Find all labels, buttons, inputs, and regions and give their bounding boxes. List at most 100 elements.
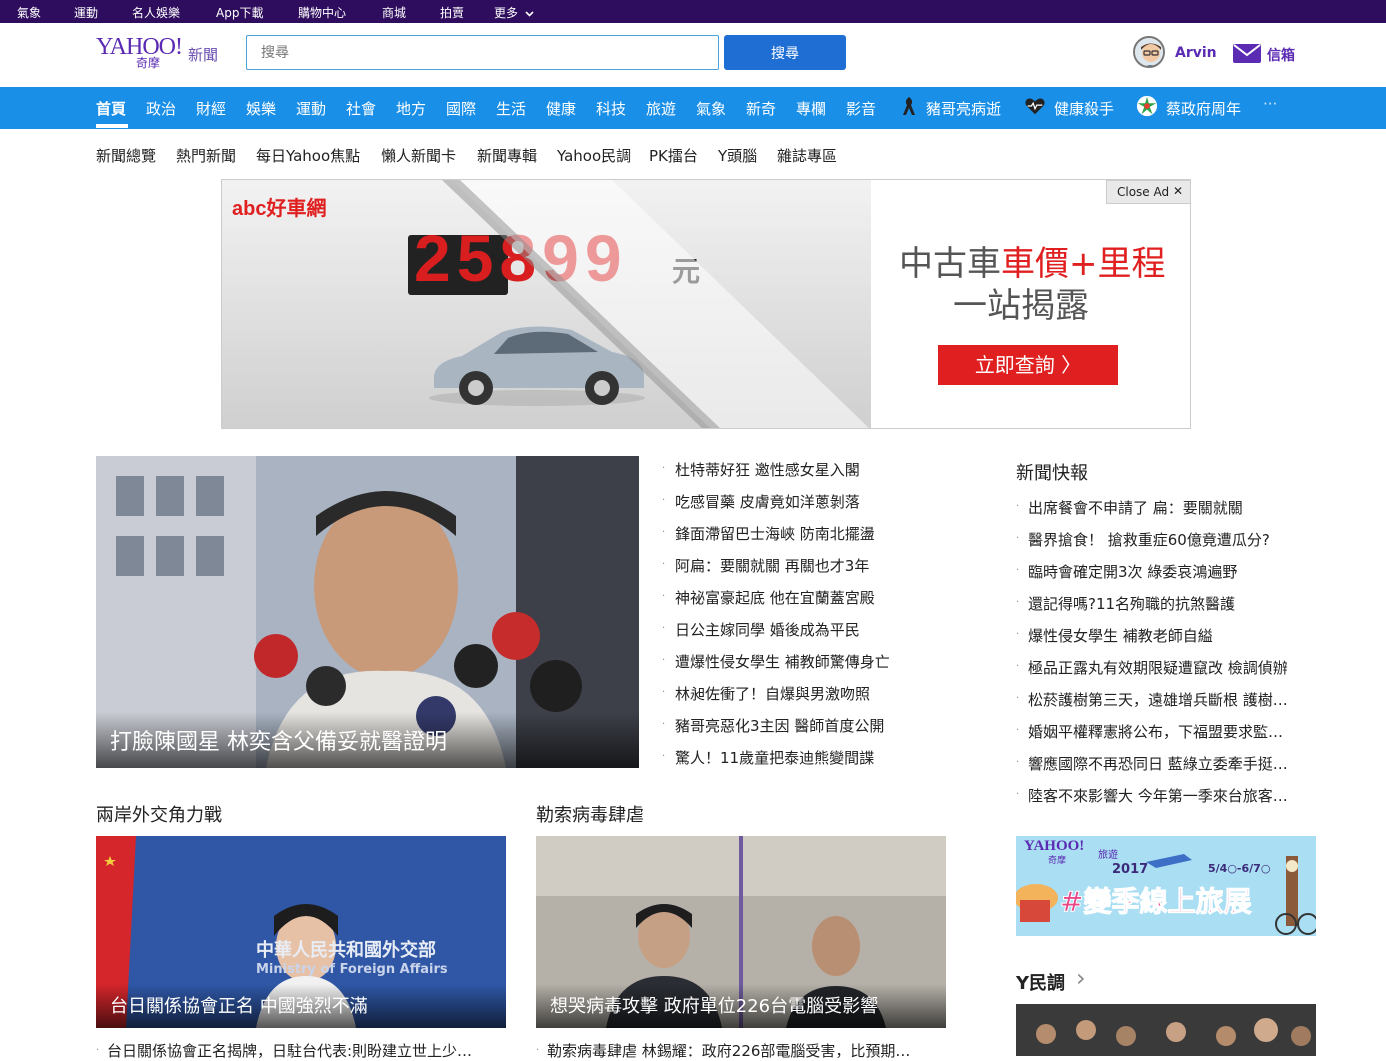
nav-item-video[interactable]: 影音: [846, 98, 876, 119]
nav-more-dots[interactable]: ···: [1263, 95, 1277, 113]
ad-banner[interactable]: abc好車網 25899 元 中古車車價+里程 一站揭露 立即查詢 〉: [221, 179, 1191, 429]
headline-item[interactable]: 林昶佐衝了！自爆與男激吻照: [675, 683, 870, 704]
section-title-ransomware[interactable]: 勒索病毒肆虐: [536, 801, 644, 827]
headline-item[interactable]: 豬哥亮惡化3主因 醫師首度公開: [675, 715, 884, 736]
ad-cta-button[interactable]: 立即查詢 〉: [938, 345, 1118, 385]
subnav-magazine[interactable]: 雜誌專區: [777, 145, 837, 166]
travel-ad-dates: 5/4○-6/7○: [1208, 862, 1271, 875]
nav-special-health-killer[interactable]: 健康殺手: [1054, 98, 1114, 119]
poll-image[interactable]: [1016, 1004, 1316, 1056]
img-sign-text-en: Ministry of Foreign Affairs: [256, 962, 448, 977]
mourning-ribbon-icon: [903, 97, 915, 115]
ad-headline-line2: 一站揭露: [953, 286, 1089, 326]
yahoo-logo-sub: 奇摩: [136, 56, 161, 70]
nav-item-politics[interactable]: 政治: [146, 98, 176, 119]
headline-item[interactable]: 遭爆性侵女學生 補教師驚傳身亡: [675, 651, 890, 672]
top-link-shopping[interactable]: 購物中心: [298, 4, 346, 21]
nav-item-tech[interactable]: 科技: [596, 98, 626, 119]
hero-story[interactable]: 打臉陳國星 林奕含父備妥就醫證明: [96, 456, 639, 768]
subnav-lazy-cards[interactable]: 懶人新聞卡: [381, 145, 456, 166]
ransomware-related-link[interactable]: 勒索病毒肆虐 林錫耀：政府226部電腦受害，比預期…: [547, 1040, 942, 1061]
avatar[interactable]: [1133, 36, 1165, 68]
flash-item[interactable]: 臨時會確定開3次 綠委哀鴻遍野: [1028, 561, 1313, 582]
bullet-icon: ·: [1016, 565, 1020, 576]
nav-special-zhu-ge-liang[interactable]: 豬哥亮病逝: [926, 98, 1001, 119]
subnav-pk-arena[interactable]: PK擂台: [649, 145, 698, 166]
subnav-y-brain[interactable]: Y頭腦: [718, 145, 757, 166]
headline-item[interactable]: 吃感冒藥 皮膚竟如洋蔥剝落: [675, 491, 860, 512]
close-icon: ✕: [1173, 184, 1184, 198]
chevron-right-icon[interactable]: ›: [1076, 964, 1086, 992]
top-link-app-download[interactable]: App下載: [216, 4, 263, 21]
nav-item-society[interactable]: 社會: [346, 98, 376, 119]
subnav-news-overview[interactable]: 新聞總覽: [96, 145, 156, 166]
headline-item[interactable]: 驚人！11歲童把泰迪熊變間諜: [675, 747, 874, 768]
top-link-celebrity[interactable]: 名人娛樂: [132, 4, 180, 21]
flash-item[interactable]: 松菸護樹第三天，遠雄增兵斷根 護樹…: [1028, 689, 1313, 710]
more-label: 更多: [494, 6, 519, 20]
headline-item[interactable]: 阿扁：要關就關 再關也才3年: [675, 555, 869, 576]
nav-item-column[interactable]: 專欄: [796, 98, 826, 119]
nav-special-gov-anniversary[interactable]: 蔡政府周年: [1166, 98, 1241, 119]
bullet-icon: ·: [662, 495, 666, 506]
user-name[interactable]: Arvin: [1175, 45, 1217, 61]
flash-item[interactable]: 醫界搶食！ 搶救重症60億竟遭瓜分?: [1028, 529, 1313, 550]
cross-strait-related-link[interactable]: 台日關係協會正名揭牌，日駐台代表:則盼建立世上少…: [107, 1040, 502, 1061]
cross-strait-story-card[interactable]: 中華人民共和國外交部 Ministry of Foreign Affairs 台…: [96, 836, 506, 1028]
hero-caption: 打臉陳國星 林奕含父備妥就醫證明: [96, 712, 639, 768]
travel-ad-title: #變季線上旅展: [1059, 885, 1252, 919]
nav-item-weather[interactable]: 氣象: [696, 98, 726, 119]
bullet-icon: ·: [662, 655, 666, 666]
bullet-icon: ·: [662, 463, 666, 474]
ransomware-story-card[interactable]: 想哭病毒攻擊 政府單位226台電腦受影響: [536, 836, 946, 1028]
nav-item-local[interactable]: 地方: [396, 98, 426, 119]
top-link-auction[interactable]: 拍賣: [440, 4, 464, 21]
nav-item-travel[interactable]: 旅遊: [646, 98, 676, 119]
flash-item[interactable]: 極品正露丸有效期限疑遭竄改 檢調偵辦: [1028, 657, 1313, 678]
nav-active-indicator: [96, 124, 128, 128]
close-ad-button[interactable]: Close Ad ✕: [1106, 180, 1191, 204]
nav-item-health[interactable]: 健康: [546, 98, 576, 119]
poll-title[interactable]: Y民調: [1016, 969, 1065, 995]
flash-item[interactable]: 爆性侵女學生 補教老師自縊: [1028, 625, 1313, 646]
flash-item[interactable]: 還記得嗎?11名殉職的抗煞醫護: [1028, 593, 1313, 614]
headline-item[interactable]: 神祕富豪起底 他在宜蘭蓋宮殿: [675, 587, 875, 608]
bullet-icon: ·: [662, 719, 666, 730]
bullet-icon: ·: [662, 623, 666, 634]
nav-item-finance[interactable]: 財經: [196, 98, 226, 119]
subnav-daily-focus[interactable]: 每日Yahoo焦點: [256, 145, 360, 166]
flash-item[interactable]: 出席餐會不申請了 扁：要關就關: [1028, 497, 1313, 518]
top-link-mall[interactable]: 商城: [382, 4, 406, 21]
flash-item[interactable]: 響應國際不再恐同日 藍綠立委牽手挺…: [1028, 753, 1313, 774]
bullet-icon: ·: [662, 559, 666, 570]
headline-item[interactable]: 杜特蒂好狂 邀性感女星入閣: [675, 459, 860, 480]
top-link-sports[interactable]: 運動: [74, 4, 98, 21]
travel-expo-ad[interactable]: YAHOO! 奇摩 旅遊 2017 5/4○-6/7○ #變季線上旅展: [1016, 836, 1316, 936]
bullet-icon: ·: [662, 751, 666, 762]
mail-link[interactable]: 信箱: [1267, 45, 1295, 65]
nav-item-odd[interactable]: 新奇: [746, 98, 776, 119]
headline-item[interactable]: 鋒面滯留巴士海峽 防南北擺盪: [675, 523, 875, 544]
flash-item[interactable]: 婚姻平權釋憲將公布，下福盟要求監…: [1028, 721, 1313, 742]
nav-item-sports[interactable]: 運動: [296, 98, 326, 119]
headline-item[interactable]: 日公主嫁同學 婚後成為平民: [675, 619, 860, 640]
nav-item-world[interactable]: 國際: [446, 98, 476, 119]
top-link-weather[interactable]: 氣象: [17, 4, 41, 21]
nav-item-home[interactable]: 首頁: [96, 98, 126, 119]
img-sign-text: 中華人民共和國外交部: [256, 940, 436, 961]
nav-item-entertainment[interactable]: 娛樂: [246, 98, 276, 119]
bullet-icon: ·: [1016, 725, 1020, 736]
subnav-news-albums[interactable]: 新聞專輯: [477, 145, 537, 166]
search-button[interactable]: 搜尋: [724, 35, 846, 70]
subnav-hot-news[interactable]: 熱門新聞: [176, 145, 236, 166]
bullet-icon: ·: [1016, 693, 1020, 704]
top-utility-bar: 氣象 運動 名人娛樂 App下載 購物中心 商城 拍賣 更多: [0, 0, 1386, 23]
mail-icon[interactable]: [1233, 44, 1261, 63]
poll-photo: [1016, 1004, 1316, 1056]
section-title-cross-strait[interactable]: 兩岸外交角力戰: [96, 801, 222, 827]
flash-item[interactable]: 陸客不來影響大 今年第一季來台旅客…: [1028, 785, 1313, 806]
search-input[interactable]: [246, 35, 719, 70]
nav-item-life[interactable]: 生活: [496, 98, 526, 119]
subnav-yahoo-poll[interactable]: Yahoo民調: [557, 145, 631, 166]
top-link-more[interactable]: 更多: [494, 4, 534, 21]
